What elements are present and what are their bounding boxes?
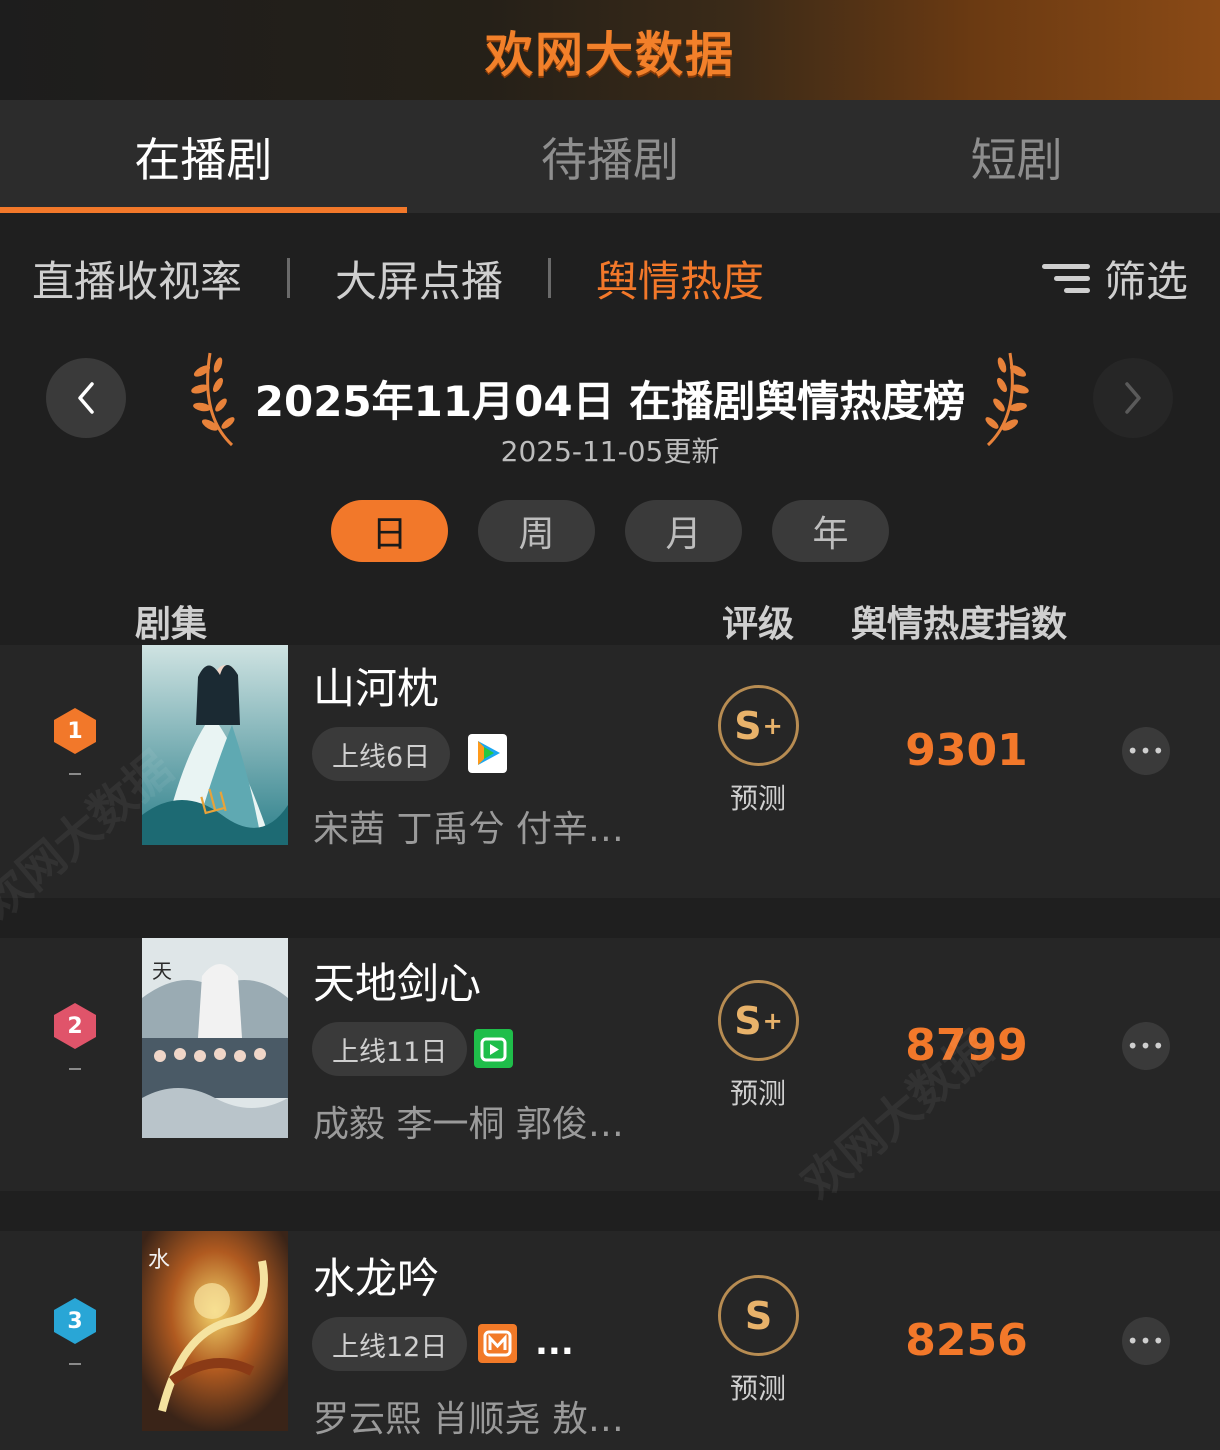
- app-banner: 欢网大数据: [0, 0, 1220, 100]
- subtab-buzz[interactable]: 舆情热度: [596, 248, 764, 309]
- period-selector: 日 周 月 年: [331, 500, 919, 562]
- table-row[interactable]: 3 水 水龙吟 上线12日 ... 罗云熙 肖顺尧 敖… S 预测 8256 •…: [0, 1231, 1220, 1450]
- column-header-index: 舆情热度指数: [851, 604, 1068, 645]
- cast-list: 成毅 李一桐 郭俊…: [313, 1104, 624, 1145]
- svg-text:水: 水: [148, 1248, 170, 1273]
- rank-badge: 2: [53, 1002, 97, 1050]
- filter-label: 筛选: [1103, 256, 1188, 306]
- cast-list: 罗云熙 肖顺尧 敖…: [313, 1399, 624, 1440]
- period-day[interactable]: 日: [331, 500, 448, 562]
- period-year[interactable]: 年: [772, 500, 889, 562]
- more-options-button[interactable]: •••: [1122, 727, 1170, 775]
- grade-badge: S: [718, 1275, 799, 1356]
- rank-badge: 1: [53, 707, 97, 755]
- column-header-grade: 评级: [722, 604, 795, 645]
- grade-badge: S +: [718, 685, 799, 766]
- poster-image[interactable]: 山: [142, 645, 288, 845]
- period-month[interactable]: 月: [625, 500, 742, 562]
- more-options-button[interactable]: •••: [1122, 1022, 1170, 1070]
- svg-text:天: 天: [152, 959, 172, 983]
- subtab-live-ratings[interactable]: 直播收视率: [32, 248, 242, 309]
- column-header-show: 剧集: [135, 604, 208, 645]
- buzz-score: 8256: [905, 1315, 1028, 1366]
- tencent-video-icon: [468, 734, 507, 773]
- days-online-badge: 上线11日: [312, 1022, 468, 1076]
- subtab-vod[interactable]: 大屏点播: [335, 248, 503, 309]
- mango-tv-icon: [478, 1324, 517, 1363]
- divider: [0, 898, 1220, 938]
- buzz-score: 9301: [905, 725, 1028, 776]
- more-platforms[interactable]: ...: [535, 1323, 574, 1363]
- rank-badge: 3: [53, 1297, 97, 1345]
- tab-upcoming[interactable]: 待播剧: [407, 100, 814, 213]
- tab-airing[interactable]: 在播剧: [0, 100, 407, 213]
- buzz-score: 8799: [905, 1020, 1028, 1071]
- poster-image[interactable]: 天: [142, 938, 288, 1138]
- ellipsis-icon: •••: [1126, 739, 1166, 763]
- grade-label: 预测: [730, 1372, 787, 1405]
- rank-change-indicator: [69, 1068, 81, 1070]
- ellipsis-icon: •••: [1126, 1329, 1166, 1353]
- divider: [548, 258, 552, 298]
- days-online-badge: 上线12日: [312, 1317, 468, 1371]
- ellipsis-icon: •••: [1126, 1034, 1166, 1058]
- filter-button[interactable]: 筛选: [1041, 213, 1188, 343]
- ranking-updated: 2025-11-05更新: [500, 435, 720, 468]
- show-title[interactable]: 水龙吟: [313, 1245, 439, 1306]
- poster-image[interactable]: 水: [142, 1231, 288, 1431]
- show-title[interactable]: 天地剑心: [313, 950, 481, 1011]
- ranking-title: 2025年11月04日 在播剧舆情热度榜: [254, 377, 966, 426]
- rank-change-indicator: [69, 773, 81, 775]
- grade-label: 预测: [730, 1077, 787, 1110]
- show-title[interactable]: 山河枕: [313, 655, 439, 716]
- filter-icon: [1041, 258, 1090, 298]
- period-week[interactable]: 周: [478, 500, 595, 562]
- more-options-button[interactable]: •••: [1122, 1317, 1170, 1365]
- iqiyi-icon: [474, 1029, 513, 1068]
- tab-short-drama[interactable]: 短剧: [813, 100, 1220, 213]
- table-row[interactable]: 2 天 天地剑心 上线11日 成毅 李一桐 郭俊… S + 预测 8799 •••: [0, 938, 1220, 1191]
- rank-change-indicator: [69, 1363, 81, 1365]
- banner-logo: 欢网大数据: [484, 27, 735, 83]
- divider: [0, 1191, 1220, 1231]
- cast-list: 宋茜 丁禹兮 付辛…: [313, 809, 624, 850]
- sub-tabs: 直播收视率 大屏点播 舆情热度 筛选: [0, 213, 1220, 343]
- main-tabs: 在播剧 待播剧 短剧: [0, 100, 1220, 213]
- table-row[interactable]: 1 山 山河枕 上线6日 宋茜 丁禹兮 付辛… S + 预测 9301 •••: [0, 645, 1220, 898]
- grade-label: 预测: [730, 782, 787, 815]
- days-online-badge: 上线6日: [312, 727, 451, 781]
- grade-badge: S +: [718, 980, 799, 1061]
- divider: [287, 258, 291, 298]
